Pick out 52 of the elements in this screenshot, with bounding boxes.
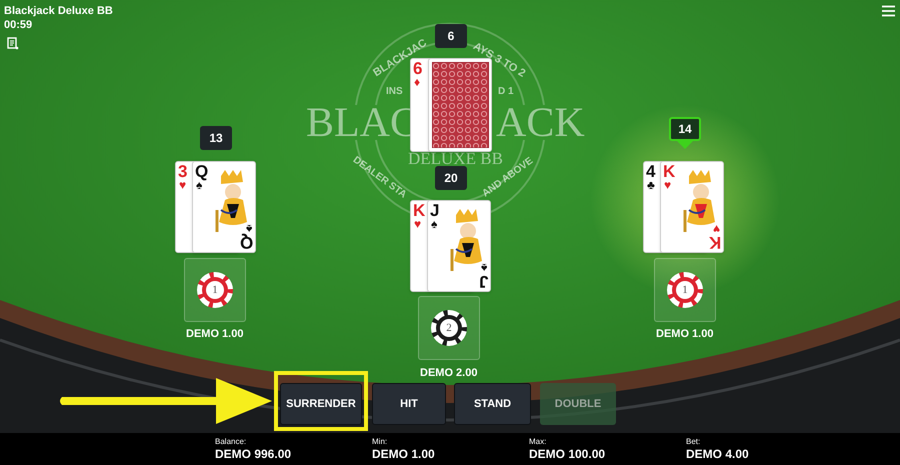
- status-value: DEMO 996.00: [215, 446, 292, 462]
- chip-value: 1: [676, 281, 694, 299]
- action-button[interactable]: HIT: [372, 383, 446, 425]
- logo-subtitle: DELUXE BB: [408, 150, 503, 167]
- card-suit: ♠: [246, 223, 252, 235]
- hand-score: 20: [435, 166, 467, 190]
- status-label: Bet:: [686, 436, 702, 446]
- card-rank: J: [430, 202, 440, 219]
- hand-score: 13: [200, 126, 232, 150]
- card-rank: J: [478, 273, 488, 290]
- card-rank: K: [413, 202, 426, 219]
- card-suit: ♦: [414, 76, 420, 88]
- game-title: Blackjack Deluxe BB: [4, 4, 113, 19]
- bet-spot[interactable]: 1: [184, 258, 246, 322]
- card-suit: ♠: [431, 218, 438, 230]
- card-suit: ♥: [712, 223, 720, 235]
- card-suit: ♣: [647, 179, 655, 191]
- dealer-score: 6: [435, 24, 467, 48]
- status-value: DEMO 1.00: [372, 446, 436, 462]
- action-button[interactable]: SURRENDER: [280, 383, 362, 425]
- card-suit: ♥: [664, 179, 672, 191]
- logo-arc-text: INS: [386, 85, 403, 99]
- chip-value: 2: [440, 319, 458, 337]
- logo-wordmark: ACK: [496, 102, 585, 144]
- card-rank: K: [708, 234, 721, 251]
- chip-value: 1: [206, 281, 224, 299]
- card-rank: Q: [240, 234, 253, 251]
- status-label: Max:: [529, 436, 548, 446]
- bet-amount: DEMO 1.00: [186, 327, 244, 342]
- status-value: DEMO 4.00: [686, 446, 750, 462]
- round-timer: 00:59: [4, 18, 32, 33]
- card-suit: ♠: [196, 179, 202, 191]
- status-label: Min:: [372, 436, 388, 446]
- card-rank: Q: [195, 163, 208, 180]
- bet-amount: DEMO 1.00: [656, 327, 714, 342]
- logo-arc-text: D 1: [498, 85, 514, 99]
- logo-arc-text: AYS 3 TO 2: [470, 39, 528, 82]
- card-suit: ♠: [480, 262, 487, 274]
- bet-spot[interactable]: 1: [654, 258, 716, 322]
- card-rank: K: [663, 163, 676, 180]
- logo-wordmark: BLAC: [306, 102, 418, 144]
- bet-spot[interactable]: 2: [418, 296, 480, 360]
- action-button: DOUBLE: [540, 383, 616, 425]
- hand-score: 14: [669, 117, 701, 141]
- action-button[interactable]: STAND: [454, 383, 531, 425]
- card-suit: ♥: [414, 218, 422, 230]
- status-label: Balance:: [215, 436, 248, 446]
- card-rank: 3: [178, 163, 188, 180]
- card-suit: ♥: [179, 179, 186, 191]
- bet-amount: DEMO 2.00: [420, 366, 478, 381]
- card-rank: 4: [646, 163, 656, 180]
- status-value: DEMO 100.00: [529, 446, 606, 462]
